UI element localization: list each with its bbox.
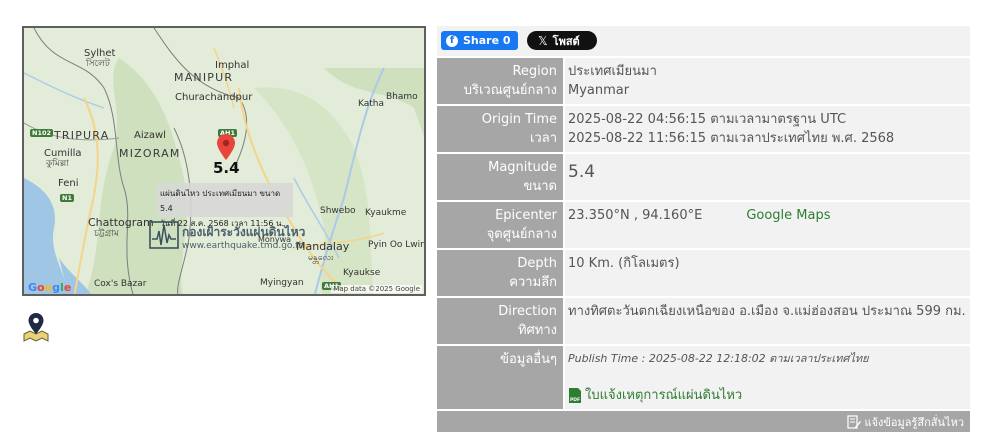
watermark-url: www.earthquake.tmd.go.th: [182, 241, 305, 251]
map-label-manipur: MANIPUR: [174, 71, 234, 84]
direction-label-th: ทิศทาง: [517, 323, 557, 338]
map-label-chattogram: Chattogram: [88, 216, 154, 229]
depth-label-th: ความลึก: [509, 275, 557, 290]
map-label-sylhet-local: সিলেট: [86, 59, 110, 69]
earthquake-map[interactable]: Sylhet সিলেট MANIPUR Imphal Churachandpu…: [22, 26, 426, 296]
x-post-button[interactable]: 𝕏 โพสต์: [527, 31, 597, 50]
map-label-shwebo: Shwebo: [320, 206, 356, 216]
origin-time-value-cell: 2025-08-22 04:56:15 ตามเวลามาตรฐาน UTC 2…: [564, 105, 970, 154]
epicenter-coordinates: 23.350°N , 94.160°E: [568, 208, 703, 223]
report-felt-shaking-label: แจ้งข้อมูลรู้สึกสั่นไหว: [864, 416, 965, 429]
map-location-icon[interactable]: [22, 312, 50, 342]
epicenter-value-cell: 23.350°N , 94.160°E Google Maps: [564, 201, 970, 250]
map-label-sylhet: Sylhet: [84, 48, 116, 59]
row-origin-time: Origin Time เวลา 2025-08-22 04:56:15 ตาม…: [437, 105, 970, 154]
row-epicenter: Epicenter จุดศูนย์กลาง 23.350°N , 94.160…: [437, 201, 970, 250]
region-value-en: Myanmar: [568, 83, 630, 98]
x-post-label: โพสต์: [552, 34, 580, 48]
map-label-pyin-oo-lwin: Pyin Oo Lwin: [368, 240, 426, 250]
watermark-title: กองเฝ้าระวังแผ่นดินไหว: [182, 225, 306, 239]
map-label-bhamo: Bhamo: [386, 92, 418, 102]
region-value-cell: ประเทศเมียนมา Myanmar: [564, 58, 970, 106]
direction-value: ทางทิศตะวันตกเฉียงเหนือของ อ.เมือง จ.แม่…: [568, 304, 966, 319]
map-label-kyaukme: Kyaukme: [365, 208, 407, 218]
publish-time: Publish Time : 2025-08-22 12:18:02 ตามเว…: [568, 352, 869, 365]
depth-label-cell: Depth ความลึก: [437, 249, 565, 298]
origin-time-utc: 2025-08-22 04:56:15 ตามเวลามาตรฐาน UTC: [568, 112, 847, 127]
map-info-box: แผ่นดินไหว ประเทศเมียนมา ขนาด 5.4 วันที่…: [157, 183, 293, 228]
facebook-icon: f: [446, 34, 458, 47]
direction-value-cell: ทางทิศตะวันตกเฉียงเหนือของ อ.เมือง จ.แม่…: [564, 297, 970, 346]
map-label-coxs-bazar: Cox's Bazar: [94, 279, 147, 289]
other-info-label-cell: ข้อมูลอื่นๆ: [437, 345, 565, 411]
depth-value: 10 Km. (กิโลเมตร): [568, 256, 680, 271]
epicenter-label-th: จุดศูนย์กลาง: [486, 227, 557, 242]
map-label-aizawl: Aizawl: [134, 130, 166, 141]
google-maps-link[interactable]: Google Maps: [746, 208, 830, 223]
origin-time-label-th: เวลา: [529, 131, 557, 146]
row-depth: Depth ความลึก 10 Km. (กิโลเมตร): [437, 249, 970, 298]
map-label-imphal: Imphal: [215, 60, 250, 71]
map-label-katha: Katha: [358, 99, 385, 109]
map-label-kyaukse: Kyaukse: [343, 268, 381, 278]
other-info-value-cell: Publish Time : 2025-08-22 12:18:02 ตามเว…: [564, 345, 970, 411]
epicenter-pin-icon[interactable]: [217, 134, 235, 160]
road-shield-n102: N102: [30, 129, 54, 137]
map-label-chattogram-local: চট্টগ্রাম: [94, 229, 119, 239]
earthquake-report-pdf-link[interactable]: PDF ใบแจ้งเหตุการณ์แผ่นดินไหว: [568, 386, 966, 405]
pdf-icon-text: PDF: [570, 397, 580, 403]
epicenter-label-cell: Epicenter จุดศูนย์กลาง: [437, 201, 565, 250]
magnitude-value-cell: 5.4: [564, 153, 970, 202]
origin-time-thai: 2025-08-22 11:56:15 ตามเวลาประเทศไทย พ.ศ…: [568, 131, 895, 146]
region-label-en: Region: [512, 64, 557, 79]
map-label-mandalay-local: မန္တလေး: [308, 253, 334, 263]
pdf-link-label: ใบแจ้งเหตุการณ์แผ่นดินไหว: [585, 388, 743, 403]
map-credit[interactable]: Map data ©2025 Google: [331, 285, 422, 293]
epicenter-label-en: Epicenter: [495, 208, 557, 223]
region-value-th: ประเทศเมียนมา: [568, 64, 657, 79]
facebook-share-button[interactable]: f Share 0: [441, 31, 518, 50]
row-other-info: ข้อมูลอื่นๆ Publish Time : 2025-08-22 12…: [437, 345, 970, 411]
depth-value-cell: 10 Km. (กิโลเมตร): [564, 249, 970, 298]
magnitude-label-th: ขนาด: [523, 179, 557, 194]
earthquake-details-panel: f Share 0 𝕏 โพสต์ Region บริเวณศูนย์กลาง…: [437, 26, 970, 432]
road-shield-n1: N1: [60, 194, 74, 202]
facebook-share-label: Share 0: [463, 34, 511, 47]
edit-form-icon: [846, 415, 861, 429]
map-label-feni: Feni: [58, 178, 79, 189]
map-label-churachandpur: Churachandpur: [175, 92, 253, 103]
share-bar: f Share 0 𝕏 โพสต์: [437, 26, 970, 56]
seismograph-logo-icon: [149, 221, 179, 249]
origin-time-label-en: Origin Time: [481, 112, 557, 127]
google-logo: Google: [28, 281, 72, 294]
magnitude-label-cell: Magnitude ขนาด: [437, 153, 565, 202]
row-region: Region บริเวณศูนย์กลาง ประเทศเมียนมา Mya…: [437, 58, 970, 106]
map-label-mizoram: MIZORAM: [119, 147, 181, 160]
other-info-label-th: ข้อมูลอื่นๆ: [500, 352, 557, 367]
magnitude-value: 5.4: [568, 162, 596, 182]
depth-label-en: Depth: [517, 256, 557, 271]
map-label-tripura: TRIPURA: [54, 129, 110, 142]
row-magnitude: Magnitude ขนาด 5.4: [437, 153, 970, 202]
map-info-line1: แผ่นดินไหว ประเทศเมียนมา ขนาด 5.4: [160, 189, 281, 213]
map-label-cumilla: Cumilla: [44, 148, 82, 159]
region-label-th: บริเวณศูนย์กลาง: [463, 83, 557, 98]
direction-label-en: Direction: [498, 304, 557, 319]
earthquake-info-table: Region บริเวณศูนย์กลาง ประเทศเมียนมา Mya…: [437, 58, 970, 411]
map-label-cumilla-local: কুমিল্লা: [46, 159, 69, 169]
direction-label-cell: Direction ทิศทาง: [437, 297, 565, 346]
row-direction: Direction ทิศทาง ทางทิศตะวันตกเฉียงเหนือ…: [437, 297, 970, 346]
origin-time-label-cell: Origin Time เวลา: [437, 105, 565, 154]
region-label-cell: Region บริเวณศูนย์กลาง: [437, 58, 565, 106]
x-logo-icon: 𝕏: [538, 33, 548, 48]
pdf-icon: PDF: [569, 388, 581, 403]
map-label-myingyan: Myingyan: [260, 278, 304, 288]
magnitude-label-en: Magnitude: [488, 160, 557, 175]
map-magnitude-label: 5.4: [213, 159, 240, 177]
report-felt-shaking-bar[interactable]: แจ้งข้อมูลรู้สึกสั่นไหว: [437, 411, 970, 432]
